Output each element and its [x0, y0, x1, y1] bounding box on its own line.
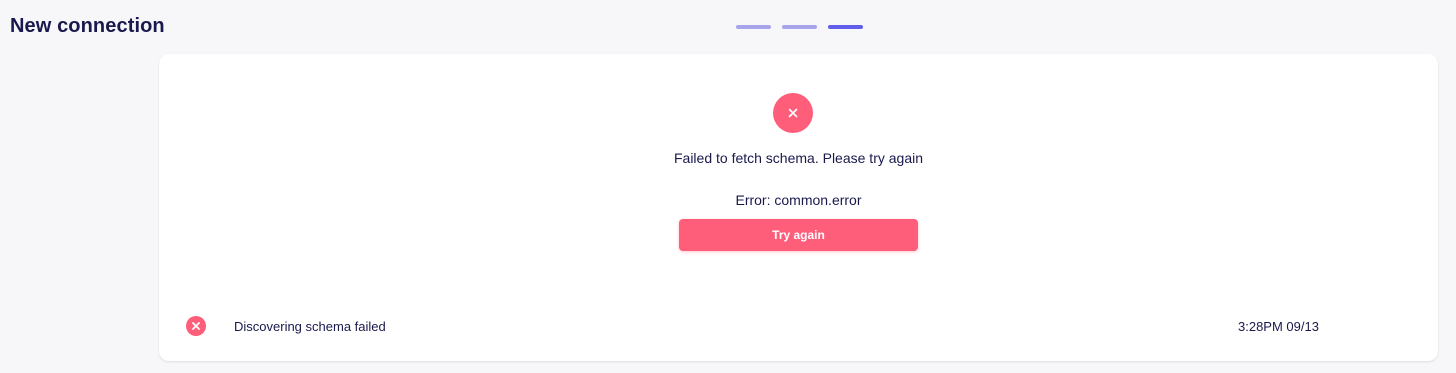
close-icon: [773, 93, 813, 133]
error-x-icon: [186, 316, 206, 336]
log-message: Discovering schema failed: [234, 319, 386, 334]
page-title: New connection: [10, 15, 165, 37]
error-detail-text: Error: common.error: [735, 192, 862, 208]
log-timestamp: 3:28PM 09/13: [1238, 319, 1319, 334]
fetch-failed-message: Failed to fetch schema. Please try again: [673, 150, 924, 166]
page-header: New connection: [0, 0, 1456, 54]
step-1-indicator: [736, 25, 771, 29]
step-indicator: [736, 25, 863, 29]
step-2-indicator: [782, 25, 817, 29]
connection-status-card: Failed to fetch schema. Please try again…: [159, 54, 1438, 361]
try-again-button[interactable]: Try again: [679, 219, 918, 251]
log-row: Discovering schema failed 3:28PM 09/13: [159, 316, 1438, 336]
step-3-indicator: [828, 25, 863, 29]
